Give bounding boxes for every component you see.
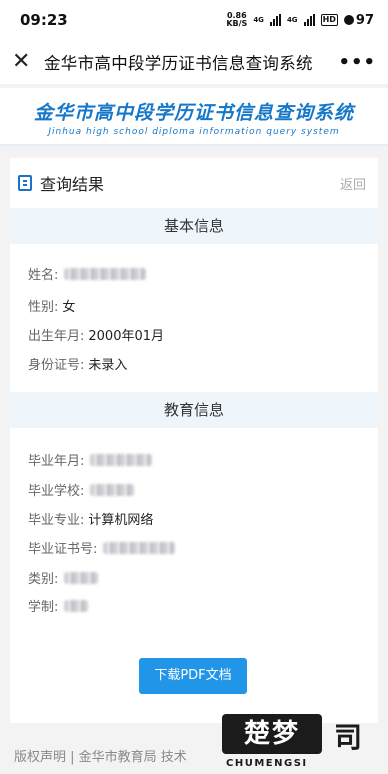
watermark-en: CHUMENGSI — [226, 758, 308, 769]
watermark-main: 楚梦 — [222, 714, 322, 754]
result-header: 查询结果 返回 — [10, 158, 378, 208]
banner-title: 金华市高中段学历证书信息查询系统 — [33, 102, 354, 124]
network-label-1: 4G — [253, 16, 264, 24]
footer-text: 版权声明 | 金华市教育局 技术 — [14, 749, 187, 765]
network-label-2: 4G — [286, 16, 298, 24]
battery-level: 97 — [355, 12, 374, 28]
signal-icon — [269, 14, 281, 26]
name-row: 姓名: — [28, 264, 147, 283]
major-value: 计算机网络 — [88, 513, 154, 528]
birth-value: 2000年01月 — [88, 329, 165, 344]
duration-label: 学制: — [28, 600, 59, 615]
battery-icon: 97 — [343, 12, 374, 28]
status-bar: 09:23 0.86 KB/S 4G 4G HD 97 — [0, 0, 388, 40]
cert-row: 毕业证书号: — [28, 538, 176, 557]
document-icon — [18, 175, 32, 191]
close-icon[interactable]: ✕ — [12, 50, 36, 74]
cert-redacted — [103, 541, 176, 554]
watermark-logo: 楚梦 司 CHUMENGSI — [222, 714, 388, 772]
hd-icon: HD — [320, 14, 338, 26]
duration-row: 学制: — [28, 596, 89, 615]
grad-date-redacted — [90, 453, 153, 466]
grad-date-label: 毕业年月: — [28, 454, 85, 469]
result-card: 查询结果 返回 基本信息 姓名: 性别: 女 出生年月: 2000年01月 身份… — [10, 158, 378, 723]
status-time: 09:23 — [20, 11, 68, 29]
id-label: 身份证号: — [28, 358, 85, 373]
basic-info-heading: 基本信息 — [10, 208, 378, 244]
major-label: 毕业专业: — [28, 513, 85, 528]
battery-dot — [343, 15, 354, 25]
duration-redacted — [64, 599, 89, 612]
net-speed: 0.86 KB/S — [226, 12, 247, 28]
gender-label: 性别: — [28, 300, 59, 315]
birth-label: 出生年月: — [28, 329, 85, 344]
result-title: 查询结果 — [40, 175, 105, 194]
education-info-heading: 教育信息 — [10, 392, 378, 428]
signal-icon-2 — [303, 14, 315, 26]
download-pdf-button[interactable]: 下载PDF文档 — [139, 658, 247, 694]
id-value: 未录入 — [88, 358, 128, 373]
watermark-side: 司 — [334, 721, 363, 754]
gender-row: 性别: 女 — [28, 296, 75, 315]
category-label: 类别: — [28, 572, 59, 587]
more-icon[interactable]: ••• — [338, 52, 376, 73]
gender-value: 女 — [62, 300, 76, 315]
school-redacted — [90, 483, 135, 496]
school-label: 毕业学校: — [28, 484, 85, 499]
major-row: 毕业专业: 计算机网络 — [28, 509, 153, 528]
nav-title: 金华市高中段学历证书信息查询系统 — [44, 54, 313, 73]
back-link[interactable]: 返回 — [340, 174, 366, 193]
status-icons: 0.86 KB/S 4G 4G HD 97 — [226, 12, 374, 28]
grad-date-row: 毕业年月: — [28, 450, 153, 469]
net-speed-unit: KB/S — [226, 19, 248, 28]
nav-bar: ✕ 金华市高中段学历证书信息查询系统 ••• — [0, 40, 388, 84]
birth-row: 出生年月: 2000年01月 — [28, 325, 164, 344]
banner-subtitle: Jinhua high school diploma information q… — [48, 127, 340, 137]
name-label: 姓名: — [28, 268, 59, 283]
category-row: 类别: — [28, 568, 99, 587]
name-value-redacted — [64, 267, 147, 280]
site-banner: 金华市高中段学历证书信息查询系统 Jinhua high school dipl… — [0, 88, 388, 146]
cert-label: 毕业证书号: — [28, 542, 98, 557]
school-row: 毕业学校: — [28, 480, 135, 499]
id-row: 身份证号: 未录入 — [28, 354, 127, 373]
category-redacted — [64, 571, 99, 584]
